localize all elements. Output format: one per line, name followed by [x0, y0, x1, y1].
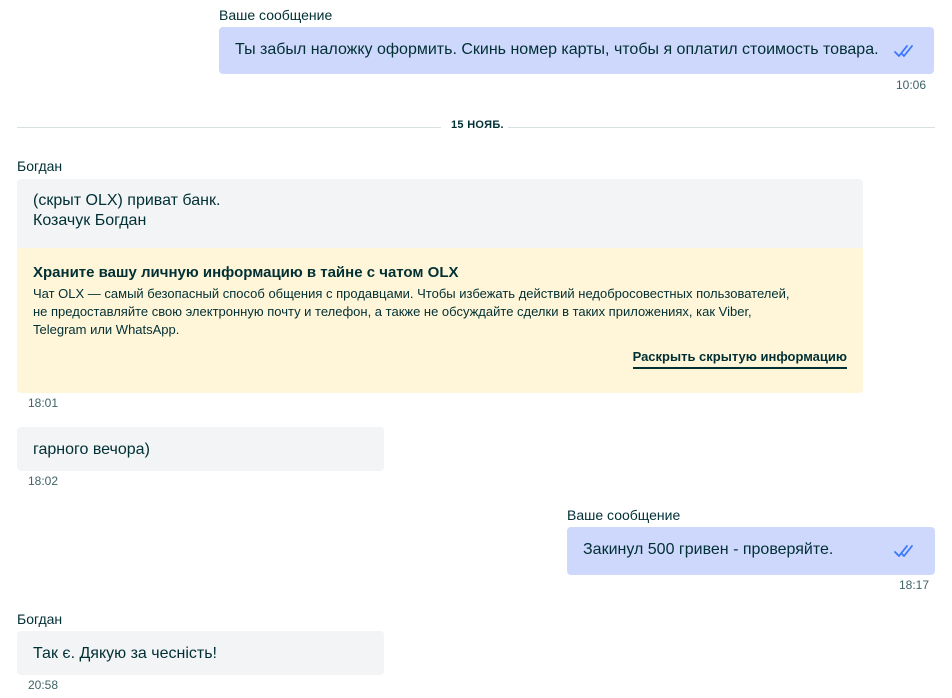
message-sender: Ваше сообщение	[567, 507, 681, 523]
message-text: Так є. Дякую за чесність!	[33, 645, 217, 662]
warning-title: Храните вашу личную информацию в тайне с…	[33, 264, 459, 281]
incoming-message-bubble: (скрыт OLX) приват банк. Козачук Богдан …	[17, 179, 863, 393]
double-check-icon	[894, 545, 913, 557]
date-divider: 15 НОЯБ.	[451, 119, 504, 131]
message-text-line: (скрыт OLX) приват банк.	[33, 192, 221, 209]
message-time: 20:58	[28, 678, 59, 692]
incoming-message-bubble: гарного вечора)	[17, 427, 384, 471]
message-sender: Ваше сообщение	[219, 7, 333, 23]
message-time: 10:06	[896, 78, 927, 92]
outgoing-message-bubble: Закинул 500 гривен - проверяйте.	[567, 527, 935, 575]
warning-body: Чат OLX — самый безопасный способ общени…	[33, 286, 790, 337]
date-divider-line	[17, 127, 441, 128]
message-sender: Богдан	[17, 158, 63, 174]
message-text-line: Козачук Богдан	[33, 212, 147, 229]
privacy-warning-panel: Храните вашу личную информацию в тайне с…	[17, 248, 863, 393]
message-sender: Богдан	[17, 611, 63, 627]
outgoing-message-bubble: Ты забыл наложку оформить. Скинь номер к…	[219, 27, 934, 74]
reveal-hidden-info-link[interactable]: Раскрыть скрытую информацию	[632, 348, 847, 369]
message-text: гарного вечора)	[33, 441, 150, 458]
message-time: 18:02	[28, 474, 59, 488]
message-time: 18:01	[28, 396, 59, 410]
double-check-icon	[894, 45, 913, 57]
chat-thread: Ваше сообщение Ты забыл наложку оформить…	[0, 0, 952, 698]
message-text: Закинул 500 гривен - проверяйте.	[583, 541, 834, 558]
message-time: 18:17	[899, 578, 930, 592]
message-text: Ты забыл наложку оформить. Скинь номер к…	[235, 41, 879, 58]
incoming-message-bubble: Так є. Дякую за чесність!	[17, 631, 384, 675]
date-divider-line	[508, 127, 935, 128]
